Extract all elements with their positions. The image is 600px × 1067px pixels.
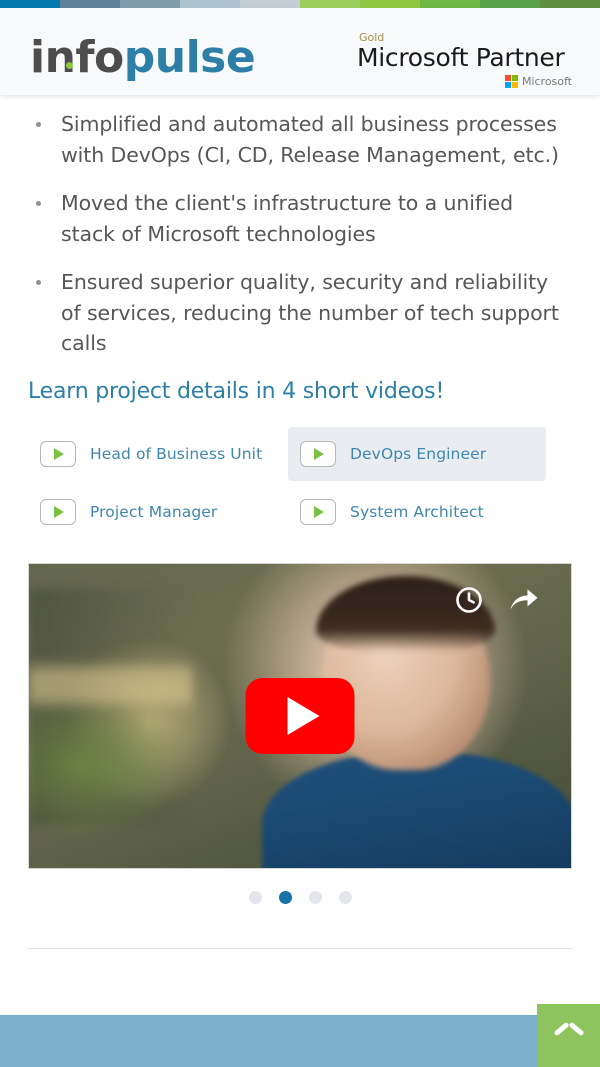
video-role-label: Project Manager xyxy=(90,502,218,521)
share-arrow-icon[interactable] xyxy=(509,587,539,613)
list-item: Ensured superior quality, security and r… xyxy=(28,267,572,359)
video-role-label: Head of Business Unit xyxy=(90,444,263,463)
play-icon xyxy=(300,440,336,467)
video-player[interactable] xyxy=(28,562,572,869)
site-header: infopulse Gold Microsoft Partner Microso… xyxy=(0,8,600,95)
clock-icon[interactable] xyxy=(455,586,483,614)
video-role-devops-engineer[interactable]: DevOps Engineer xyxy=(288,426,546,481)
color-strip-segment xyxy=(300,0,360,8)
video-role-label: System Architect xyxy=(350,502,484,521)
video-overlay-actions xyxy=(455,586,539,614)
partner-tier-label: Gold xyxy=(359,31,385,44)
color-strip-segment xyxy=(480,0,540,8)
play-icon xyxy=(40,498,76,525)
color-strip-segment xyxy=(540,0,600,8)
logo-text-info: info xyxy=(30,32,124,83)
video-role-selector: Head of Business Unit DevOps Engineer Pr… xyxy=(28,426,572,539)
carousel-dot-1[interactable] xyxy=(248,890,262,904)
microsoft-wordmark: Microsoft xyxy=(521,75,572,88)
list-item: Simplified and automated all business pr… xyxy=(28,109,572,170)
video-role-system-architect[interactable]: System Architect xyxy=(288,485,546,539)
main-content: Simplified and automated all business pr… xyxy=(0,95,600,949)
color-strip-segment xyxy=(180,0,240,8)
microsoft-logo: Microsoft xyxy=(357,75,572,88)
video-role-project-manager[interactable]: Project Manager xyxy=(28,485,286,539)
list-item: Moved the client's infrastructure to a u… xyxy=(28,188,572,249)
microsoft-squares-icon xyxy=(504,75,518,88)
color-strip-segment xyxy=(120,0,180,8)
youtube-play-button[interactable] xyxy=(245,677,355,754)
video-role-label: DevOps Engineer xyxy=(350,444,487,463)
color-strip-segment xyxy=(420,0,480,8)
infopulse-logo[interactable]: infopulse xyxy=(30,36,256,80)
play-icon xyxy=(300,498,336,525)
partner-title: Microsoft Partner xyxy=(357,43,565,72)
carousel-dot-4[interactable] xyxy=(338,890,352,904)
top-color-strip xyxy=(0,0,600,8)
play-triangle-icon xyxy=(287,696,319,735)
color-strip-segment xyxy=(0,0,60,8)
site-footer-bar xyxy=(0,1015,600,1067)
scroll-to-top-button[interactable] xyxy=(537,1004,600,1067)
content-divider xyxy=(28,929,572,949)
play-icon xyxy=(40,440,76,467)
video-role-head-of-business-unit[interactable]: Head of Business Unit xyxy=(28,427,286,481)
achievements-list: Simplified and automated all business pr… xyxy=(28,95,572,359)
color-strip-segment xyxy=(360,0,420,8)
carousel-dot-3[interactable] xyxy=(308,890,322,904)
carousel-dot-2[interactable] xyxy=(278,890,292,904)
carousel-pagination xyxy=(28,890,572,930)
logo-dot-icon xyxy=(66,62,73,69)
logo-text-pulse: pulse xyxy=(123,32,256,83)
color-strip-segment xyxy=(240,0,300,8)
chevron-up-icon xyxy=(556,1028,582,1043)
videos-heading: Learn project details in 4 short videos! xyxy=(28,378,445,404)
microsoft-gold-partner-badge: Gold Microsoft Partner Microsoft xyxy=(357,32,572,88)
color-strip-segment xyxy=(60,0,120,8)
